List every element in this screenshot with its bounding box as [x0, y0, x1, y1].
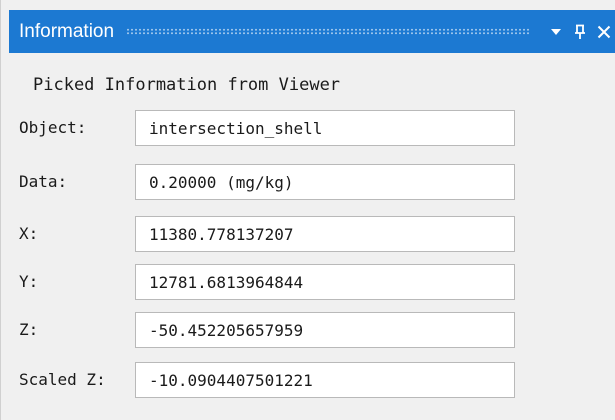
data-row: Data: 0.20000 (mg/kg) — [9, 164, 615, 202]
panel-title: Information — [19, 20, 115, 42]
z-field[interactable]: -50.452205657959 — [135, 312, 515, 348]
y-row: Y: 12781.6813964844 — [9, 264, 615, 302]
object-field[interactable]: intersection_shell — [135, 110, 515, 146]
data-label: Data: — [19, 172, 68, 191]
dropdown-arrow-icon[interactable] — [544, 17, 568, 47]
scaled-z-row: Scaled Z: -10.0904407501221 — [9, 362, 615, 400]
z-label: Z: — [19, 320, 39, 339]
titlebar-grip[interactable] — [126, 28, 530, 35]
scaled-z-label: Scaled Z: — [19, 370, 106, 389]
scaled-z-field[interactable]: -10.0904407501221 — [135, 362, 515, 398]
information-panel: Information Picked Information from View… — [0, 0, 615, 420]
object-row: Object: intersection_shell — [9, 110, 615, 148]
object-label: Object: — [19, 118, 87, 137]
panel-titlebar[interactable]: Information — [9, 10, 615, 53]
pin-icon[interactable] — [568, 17, 592, 47]
x-label: X: — [19, 224, 39, 243]
panel-content: Picked Information from Viewer Object: i… — [9, 53, 615, 420]
z-row: Z: -50.452205657959 — [9, 312, 615, 350]
section-heading: Picked Information from Viewer — [33, 75, 341, 95]
y-field[interactable]: 12781.6813964844 — [135, 264, 515, 300]
data-field[interactable]: 0.20000 (mg/kg) — [135, 164, 515, 200]
close-icon[interactable] — [592, 17, 615, 47]
x-row: X: 11380.778137207 — [9, 216, 615, 254]
x-field[interactable]: 11380.778137207 — [135, 216, 515, 252]
y-label: Y: — [19, 272, 39, 291]
